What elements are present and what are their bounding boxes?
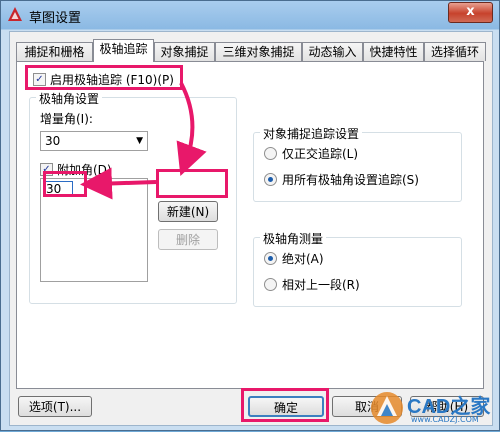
tutorial-arrows — [80, 82, 207, 200]
cad-logo-icon — [371, 392, 403, 424]
cad-home-watermark: CAD之家 www.CADZJ.COM — [367, 388, 497, 428]
watermark-url: www.CADZJ.COM — [411, 415, 479, 424]
arrow-to-new-icon — [176, 82, 207, 176]
tab-polar-tracking[interactable]: 极轴追踪 — [93, 39, 154, 62]
dialog-window: 草图设置 x 捕捉和栅格 极轴追踪 对象捕捉 三维对象捕捉 动态输入 快捷特性 … — [0, 0, 500, 431]
arrow-to-input-icon — [80, 167, 157, 200]
